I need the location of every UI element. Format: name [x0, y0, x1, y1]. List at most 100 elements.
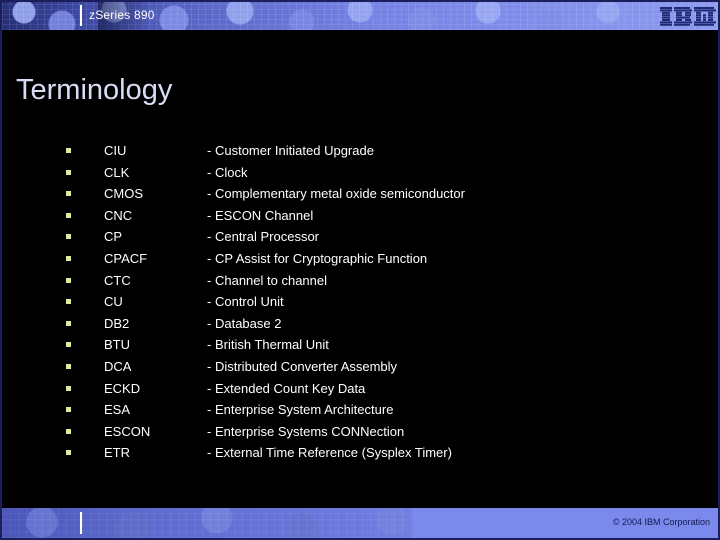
bullet-icon — [66, 277, 71, 283]
term-definition-text: Channel to channel — [214, 272, 327, 288]
term-dash: - — [207, 315, 212, 331]
footer-divider-tick — [80, 512, 82, 534]
bullet-icon — [66, 342, 71, 348]
header-divider-tick — [80, 5, 82, 26]
term-abbreviation: ESA — [104, 402, 131, 418]
bullet-icon — [66, 299, 71, 305]
term-abbreviation: CNC — [104, 207, 133, 223]
term-definition: - Clock — [207, 162, 247, 184]
term-abbreviation: CIU — [104, 143, 127, 158]
term-definition: - Enterprise Systems CONNection — [207, 421, 404, 443]
term-definition-text: External Time Reference (Sysplex Timer) — [214, 445, 452, 461]
term-definition: - British Thermal Unit — [207, 334, 329, 356]
term-definition-text: Enterprise System Architecture — [214, 402, 394, 418]
term-dash: - — [207, 164, 212, 180]
term-definition: - Enterprise System Architecture — [207, 399, 393, 421]
term-abbreviation: ETR — [104, 445, 130, 461]
term-definition-text: Database 2 — [214, 315, 282, 331]
term-abbreviation: BTU — [104, 337, 130, 353]
term-definition: - External Time Reference (Sysplex Timer… — [207, 442, 452, 464]
bullet-icon — [66, 169, 71, 175]
slide-footer-band: © 2004 IBM Corporation — [2, 508, 718, 538]
term-definition: - Complementary metal oxide semiconducto… — [207, 183, 465, 205]
term-dash: - — [207, 337, 212, 353]
term-abbreviation: ECKD — [104, 380, 141, 396]
bullet-icon — [66, 385, 71, 391]
term-definition: - Customer Initiated Upgrade — [207, 140, 374, 162]
bullet-icon — [66, 191, 71, 197]
term-dash: - — [207, 250, 212, 266]
term-definition-text: Central Processor — [214, 229, 320, 245]
term-definition-text: Extended Count Key Data — [214, 380, 366, 396]
page-title: Terminology — [16, 74, 173, 106]
list-item: ESCON - Enterprise Systems CONNection — [64, 421, 684, 443]
term-definition-text: ESCON Channel — [214, 207, 314, 223]
term-definition-text: Clock — [214, 164, 248, 180]
list-item: DCA - Distributed Converter Assembly — [64, 356, 684, 378]
term-definition: - ESCON Channel — [207, 205, 313, 227]
term-definition-text: Customer Initiated Upgrade — [214, 143, 374, 158]
ibm-logo — [660, 7, 716, 26]
bullet-icon — [66, 363, 71, 369]
list-item: DB2 - Database 2 — [64, 313, 684, 335]
bullet-icon — [66, 428, 71, 434]
term-definition: - CP Assist for Cryptographic Function — [207, 248, 427, 270]
slide-header-band: zSeries 890 — [2, 2, 718, 30]
term-dash: - — [207, 380, 212, 396]
terminology-list: CIU - Customer Initiated Upgrade CLK - C… — [64, 140, 684, 464]
term-definition: - Control Unit — [207, 291, 284, 313]
list-item: CNC - ESCON Channel — [64, 205, 684, 227]
term-abbreviation: CP — [104, 229, 123, 245]
presentation-slide: zSeries 890 Terminology CIU - Customer I… — [0, 0, 720, 540]
bullet-icon — [66, 320, 71, 326]
list-item: BTU - British Thermal Unit — [64, 334, 684, 356]
term-dash: - — [207, 186, 212, 202]
term-definition-text: British Thermal Unit — [214, 337, 329, 353]
term-abbreviation: DCA — [104, 358, 132, 374]
list-item: CMOS - Complementary metal oxide semicon… — [64, 183, 684, 205]
term-dash: - — [207, 272, 212, 288]
term-abbreviation: CU — [104, 294, 123, 310]
term-definition-text: Complementary metal oxide semiconductor — [214, 186, 465, 202]
term-definition: - Distributed Converter Assembly — [207, 356, 397, 378]
term-abbreviation: CPACF — [104, 250, 148, 266]
term-abbreviation: DB2 — [104, 315, 130, 331]
term-dash: - — [207, 445, 212, 461]
term-dash: - — [207, 294, 212, 310]
term-abbreviation: CMOS — [104, 186, 143, 202]
list-item: CU - Control Unit — [64, 291, 684, 313]
term-dash: - — [207, 143, 212, 158]
bullet-icon — [66, 255, 71, 261]
copyright-notice: © 2004 IBM Corporation — [612, 517, 710, 527]
term-dash: - — [207, 358, 212, 374]
list-item: ESA - Enterprise System Architecture — [64, 399, 684, 421]
term-definition: - Central Processor — [207, 226, 319, 248]
term-dash: - — [207, 207, 212, 223]
list-item: ECKD - Extended Count Key Data — [64, 378, 684, 400]
bullet-icon — [66, 450, 71, 456]
term-definition: - Channel to channel — [207, 270, 327, 292]
term-definition-text: Control Unit — [214, 294, 284, 310]
term-dash: - — [207, 402, 212, 418]
bullet-icon — [66, 234, 71, 240]
term-definition: - Database 2 — [207, 313, 281, 335]
product-title: zSeries 890 — [89, 8, 155, 22]
list-item: CTC - Channel to channel — [64, 270, 684, 292]
term-abbreviation: CLK — [104, 164, 130, 180]
term-definition-text: Distributed Converter Assembly — [214, 358, 398, 374]
term-definition-text: Enterprise Systems CONNection — [214, 423, 405, 439]
term-definition: - Extended Count Key Data — [207, 378, 365, 400]
bullet-icon — [66, 407, 71, 413]
term-abbreviation: CTC — [104, 272, 131, 288]
list-item: CPACF - CP Assist for Cryptographic Func… — [64, 248, 684, 270]
list-item: CP - Central Processor — [64, 226, 684, 248]
term-definition-text: CP Assist for Cryptographic Function — [214, 250, 428, 266]
term-dash: - — [207, 423, 212, 439]
list-item: ETR - External Time Reference (Sysplex T… — [64, 442, 684, 464]
list-item: CIU - Customer Initiated Upgrade — [64, 140, 684, 162]
term-dash: - — [207, 229, 212, 245]
term-abbreviation: ESCON — [104, 423, 151, 439]
bullet-icon — [66, 148, 71, 153]
list-item: CLK - Clock — [64, 162, 684, 184]
bullet-icon — [66, 212, 71, 218]
